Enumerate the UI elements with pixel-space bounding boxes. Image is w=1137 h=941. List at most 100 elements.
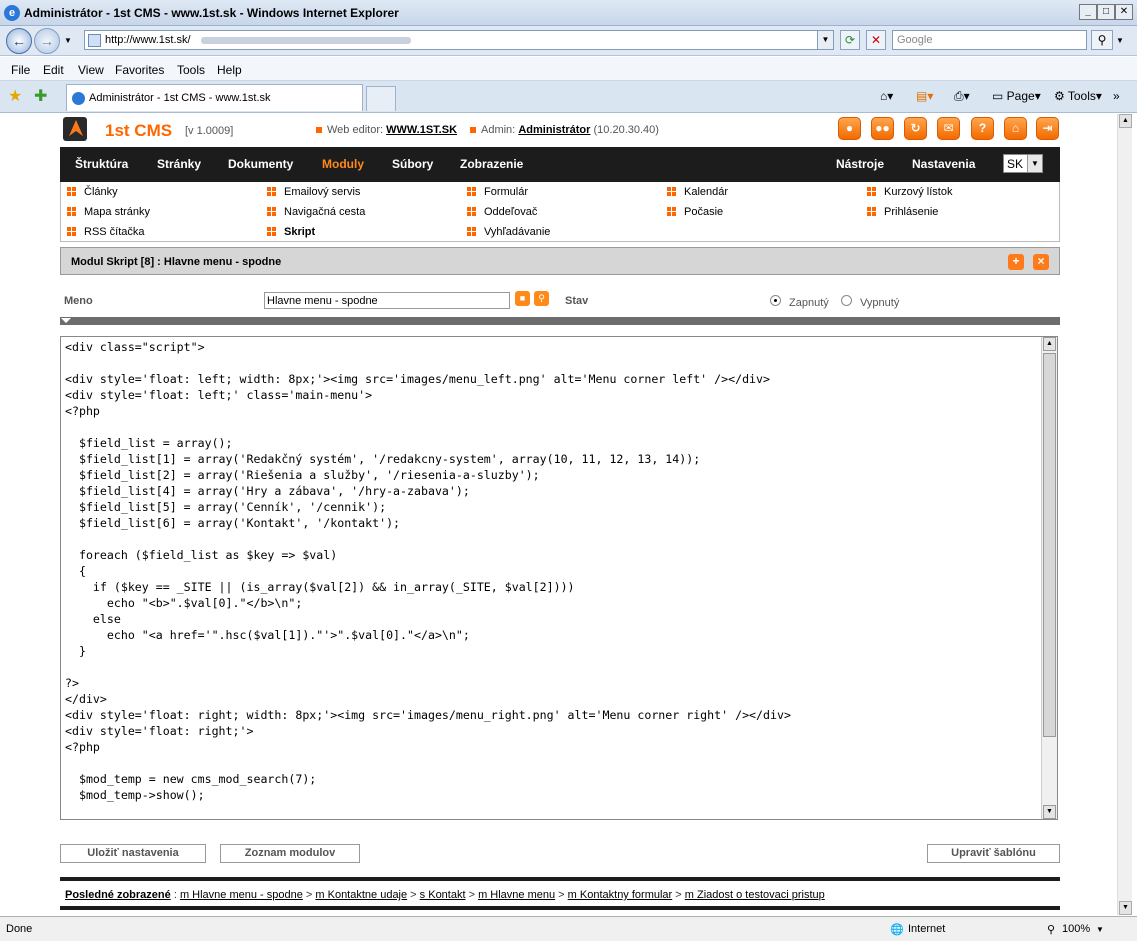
refresh-button[interactable]: ⟳ <box>840 30 860 50</box>
nav-subory[interactable]: Súbory <box>392 157 433 171</box>
new-tab-button[interactable] <box>366 86 396 111</box>
mail-icon[interactable]: ✉ <box>937 117 960 140</box>
web-editor-link[interactable]: WWW.1ST.SK <box>386 124 457 136</box>
page-scrollbar[interactable]: ▲ ▼ <box>1117 114 1132 915</box>
menu-view[interactable]: View <box>78 63 104 77</box>
address-bar[interactable]: http://www.1st.sk/ ▼ <box>84 30 834 50</box>
minimize-button[interactable]: _ <box>1079 4 1097 20</box>
status-zoom[interactable]: 100% <box>1062 923 1090 935</box>
back-button[interactable]: ← <box>6 28 32 54</box>
subnav-emailovy-servis[interactable]: Emailový servis <box>267 186 360 198</box>
editor-scrollbar[interactable]: ▲ ▼ <box>1041 337 1057 819</box>
module-subnav: Články Emailový servis Formulár Kalendár… <box>60 182 1060 242</box>
state-off-label: Vypnutý <box>860 297 900 309</box>
subnav-pocasie[interactable]: Počasie <box>667 206 723 218</box>
recent-link-1[interactable]: m Hlavne menu - spodne <box>180 889 303 901</box>
nav-dokumenty[interactable]: Dokumenty <box>228 157 293 171</box>
search-name-icon[interactable]: ⚲ <box>534 291 549 306</box>
subnav-formular[interactable]: Formulár <box>467 186 528 198</box>
menu-favorites[interactable]: Favorites <box>115 63 164 77</box>
script-editor[interactable]: <div class="script"> <div style='float: … <box>60 336 1058 820</box>
footer-top-line <box>60 877 1060 881</box>
zone-globe-icon: 🌐 <box>890 924 904 936</box>
maximize-button[interactable]: □ <box>1097 4 1115 20</box>
recent-link-4[interactable]: m Hlavne menu <box>478 889 555 901</box>
subnav-kalendar[interactable]: Kalendár <box>667 186 728 198</box>
menu-help[interactable]: Help <box>217 63 242 77</box>
menu-edit[interactable]: Edit <box>43 63 64 77</box>
page-scroll-up-icon[interactable]: ▲ <box>1119 114 1132 128</box>
cms-logo-icon <box>63 117 87 141</box>
script-code[interactable]: <div class="script"> <div style='float: … <box>65 339 791 803</box>
user-icon[interactable]: ● <box>838 117 861 140</box>
main-nav: Štruktúra Stránky Dokumenty Moduly Súbor… <box>60 147 1060 182</box>
subnav-kurzovy-listok[interactable]: Kurzový lístok <box>867 186 952 198</box>
print-icon[interactable]: ⎙▾ <box>954 89 970 104</box>
users-icon[interactable]: ●● <box>871 117 894 140</box>
recent-link-6[interactable]: m Ziadost o testovaci pristup <box>685 889 825 901</box>
web-editor-info: Web editor: WWW.1ST.SK <box>316 124 457 136</box>
editor-scroll-up-icon[interactable]: ▲ <box>1043 337 1056 351</box>
recent-link-3[interactable]: s Kontakt <box>420 889 466 901</box>
close-window-button[interactable]: ✕ <box>1115 4 1133 20</box>
add-favorites-icon[interactable]: ✚ <box>34 86 47 106</box>
address-dropdown-icon[interactable]: ▼ <box>817 31 833 49</box>
feeds-icon[interactable]: ▤▾ <box>916 89 933 103</box>
window-title: Administrátor - 1st CMS - www.1st.sk - W… <box>24 6 399 20</box>
page-scroll-down-icon[interactable]: ▼ <box>1119 901 1132 915</box>
zoom-icon[interactable]: ⚲ <box>1047 923 1055 936</box>
editor-scroll-down-icon[interactable]: ▼ <box>1043 805 1056 819</box>
stop-button[interactable]: ✕ <box>866 30 886 50</box>
state-off-radio[interactable] <box>841 295 852 306</box>
admin-link[interactable]: Administrátor <box>518 124 590 136</box>
tab-active[interactable]: Administrátor - 1st CMS - www.1st.sk <box>66 84 363 111</box>
tab-title: Administrátor - 1st CMS - www.1st.sk <box>89 92 271 104</box>
logout-icon[interactable]: ⇥ <box>1036 117 1059 140</box>
editor-scroll-thumb[interactable] <box>1043 353 1056 737</box>
state-on-radio[interactable] <box>770 295 781 306</box>
search-options-icon[interactable]: ▼ <box>1116 36 1124 45</box>
subnav-skript[interactable]: Skript <box>267 226 315 238</box>
zoom-dropdown-icon[interactable]: ▼ <box>1096 925 1104 934</box>
home-icon[interactable]: ⌂▾ <box>880 89 893 103</box>
subnav-navigacna-cesta[interactable]: Navigačná cesta <box>267 206 365 218</box>
nav-nastavenia[interactable]: Nastavenia <box>912 157 975 171</box>
refresh-icon[interactable]: ↻ <box>904 117 927 140</box>
module-list-button[interactable]: Zoznam modulov <box>220 844 360 863</box>
subnav-clanky[interactable]: Články <box>67 186 118 198</box>
search-icon[interactable]: ⚲ <box>1091 30 1113 50</box>
page-menu[interactable]: ▭ Page▾ <box>992 89 1041 103</box>
nav-stranky[interactable]: Stránky <box>157 157 201 171</box>
address-blurred-path <box>201 37 411 44</box>
help-icon[interactable]: ? <box>971 117 994 140</box>
page-icon <box>88 34 101 47</box>
lock-icon[interactable]: ■ <box>515 291 530 306</box>
name-input[interactable] <box>264 292 510 309</box>
menu-tools[interactable]: Tools <box>177 63 205 77</box>
subnav-rss-citacka[interactable]: RSS čítačka <box>67 226 145 238</box>
home-cms-icon[interactable]: ⌂ <box>1004 117 1027 140</box>
subnav-mapa-stranky[interactable]: Mapa stránky <box>67 206 150 218</box>
close-module-icon[interactable]: × <box>1033 254 1049 270</box>
subnav-oddelovac[interactable]: Oddeľovač <box>467 206 537 218</box>
add-module-icon[interactable]: + <box>1008 254 1024 270</box>
subnav-prihlasenie[interactable]: Prihlásenie <box>867 206 938 218</box>
nav-nastroje[interactable]: Nástroje <box>836 157 884 171</box>
nav-struktura[interactable]: Štruktúra <box>75 157 128 171</box>
menu-file[interactable]: File <box>11 63 30 77</box>
nav-zobrazenie[interactable]: Zobrazenie <box>460 157 523 171</box>
recent-link-5[interactable]: m Kontaktny formular <box>568 889 673 901</box>
search-input[interactable]: Google <box>892 30 1087 50</box>
recent-link-2[interactable]: m Kontaktne udaje <box>315 889 407 901</box>
forward-button[interactable]: → <box>34 28 60 54</box>
language-select[interactable]: SK ▼ <box>1003 154 1043 173</box>
history-dropdown-icon[interactable]: ▼ <box>64 36 72 45</box>
edit-template-button[interactable]: Upraviť šablónu <box>927 844 1060 863</box>
save-settings-button[interactable]: Uložiť nastavenia <box>60 844 206 863</box>
subnav-vyhladavanie[interactable]: Vyhľadávanie <box>467 226 550 238</box>
tools-menu[interactable]: ⚙ Tools▾ <box>1054 89 1102 103</box>
collapse-arrow-icon[interactable] <box>61 318 71 323</box>
nav-moduly[interactable]: Moduly <box>322 157 364 171</box>
favorites-star-icon[interactable]: ★ <box>8 86 22 106</box>
chevron-more-icon[interactable]: » <box>1113 89 1120 103</box>
